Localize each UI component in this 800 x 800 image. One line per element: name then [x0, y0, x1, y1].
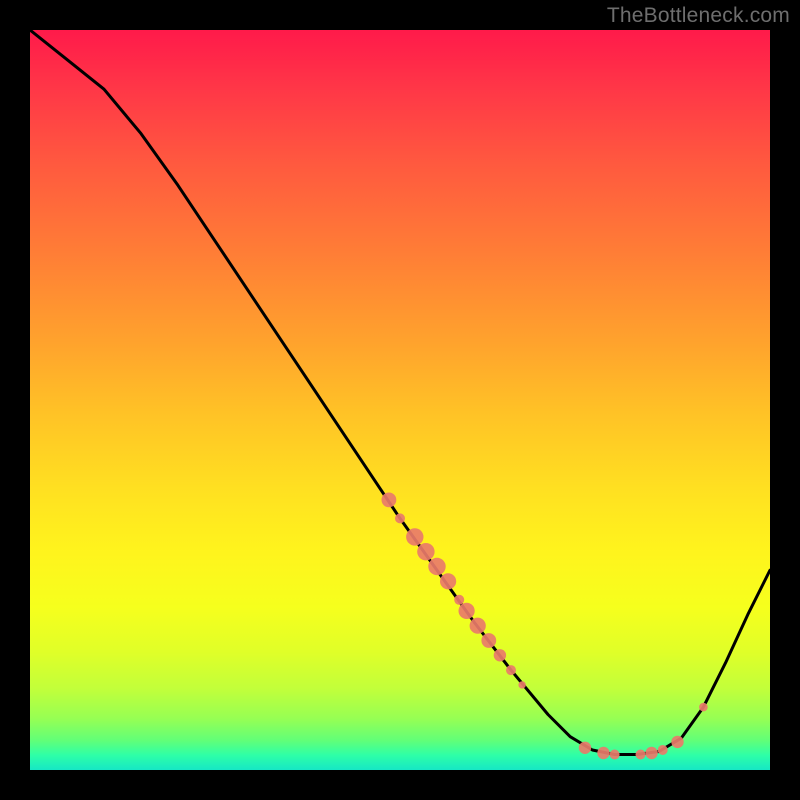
data-point — [481, 633, 496, 648]
data-point — [597, 747, 609, 759]
data-point — [579, 742, 591, 754]
watermark-label: TheBottleneck.com — [607, 4, 790, 28]
data-point — [506, 665, 516, 675]
chart-svg — [30, 30, 770, 770]
data-point — [406, 528, 423, 545]
data-point — [470, 618, 486, 634]
data-point — [494, 649, 506, 661]
data-point — [382, 493, 397, 508]
data-point — [645, 747, 657, 759]
data-point — [417, 543, 434, 560]
data-point — [699, 703, 708, 712]
data-point — [610, 750, 620, 760]
chart-frame: TheBottleneck.com — [0, 0, 800, 800]
plot-area — [30, 30, 770, 770]
data-point — [459, 603, 475, 619]
data-point — [518, 681, 525, 688]
data-point — [440, 573, 456, 589]
data-point — [658, 745, 668, 755]
bottleneck-curve — [30, 30, 770, 755]
data-point — [671, 736, 683, 748]
data-point — [428, 558, 445, 575]
data-point — [636, 750, 646, 760]
data-point — [454, 595, 464, 605]
data-point — [395, 513, 405, 523]
